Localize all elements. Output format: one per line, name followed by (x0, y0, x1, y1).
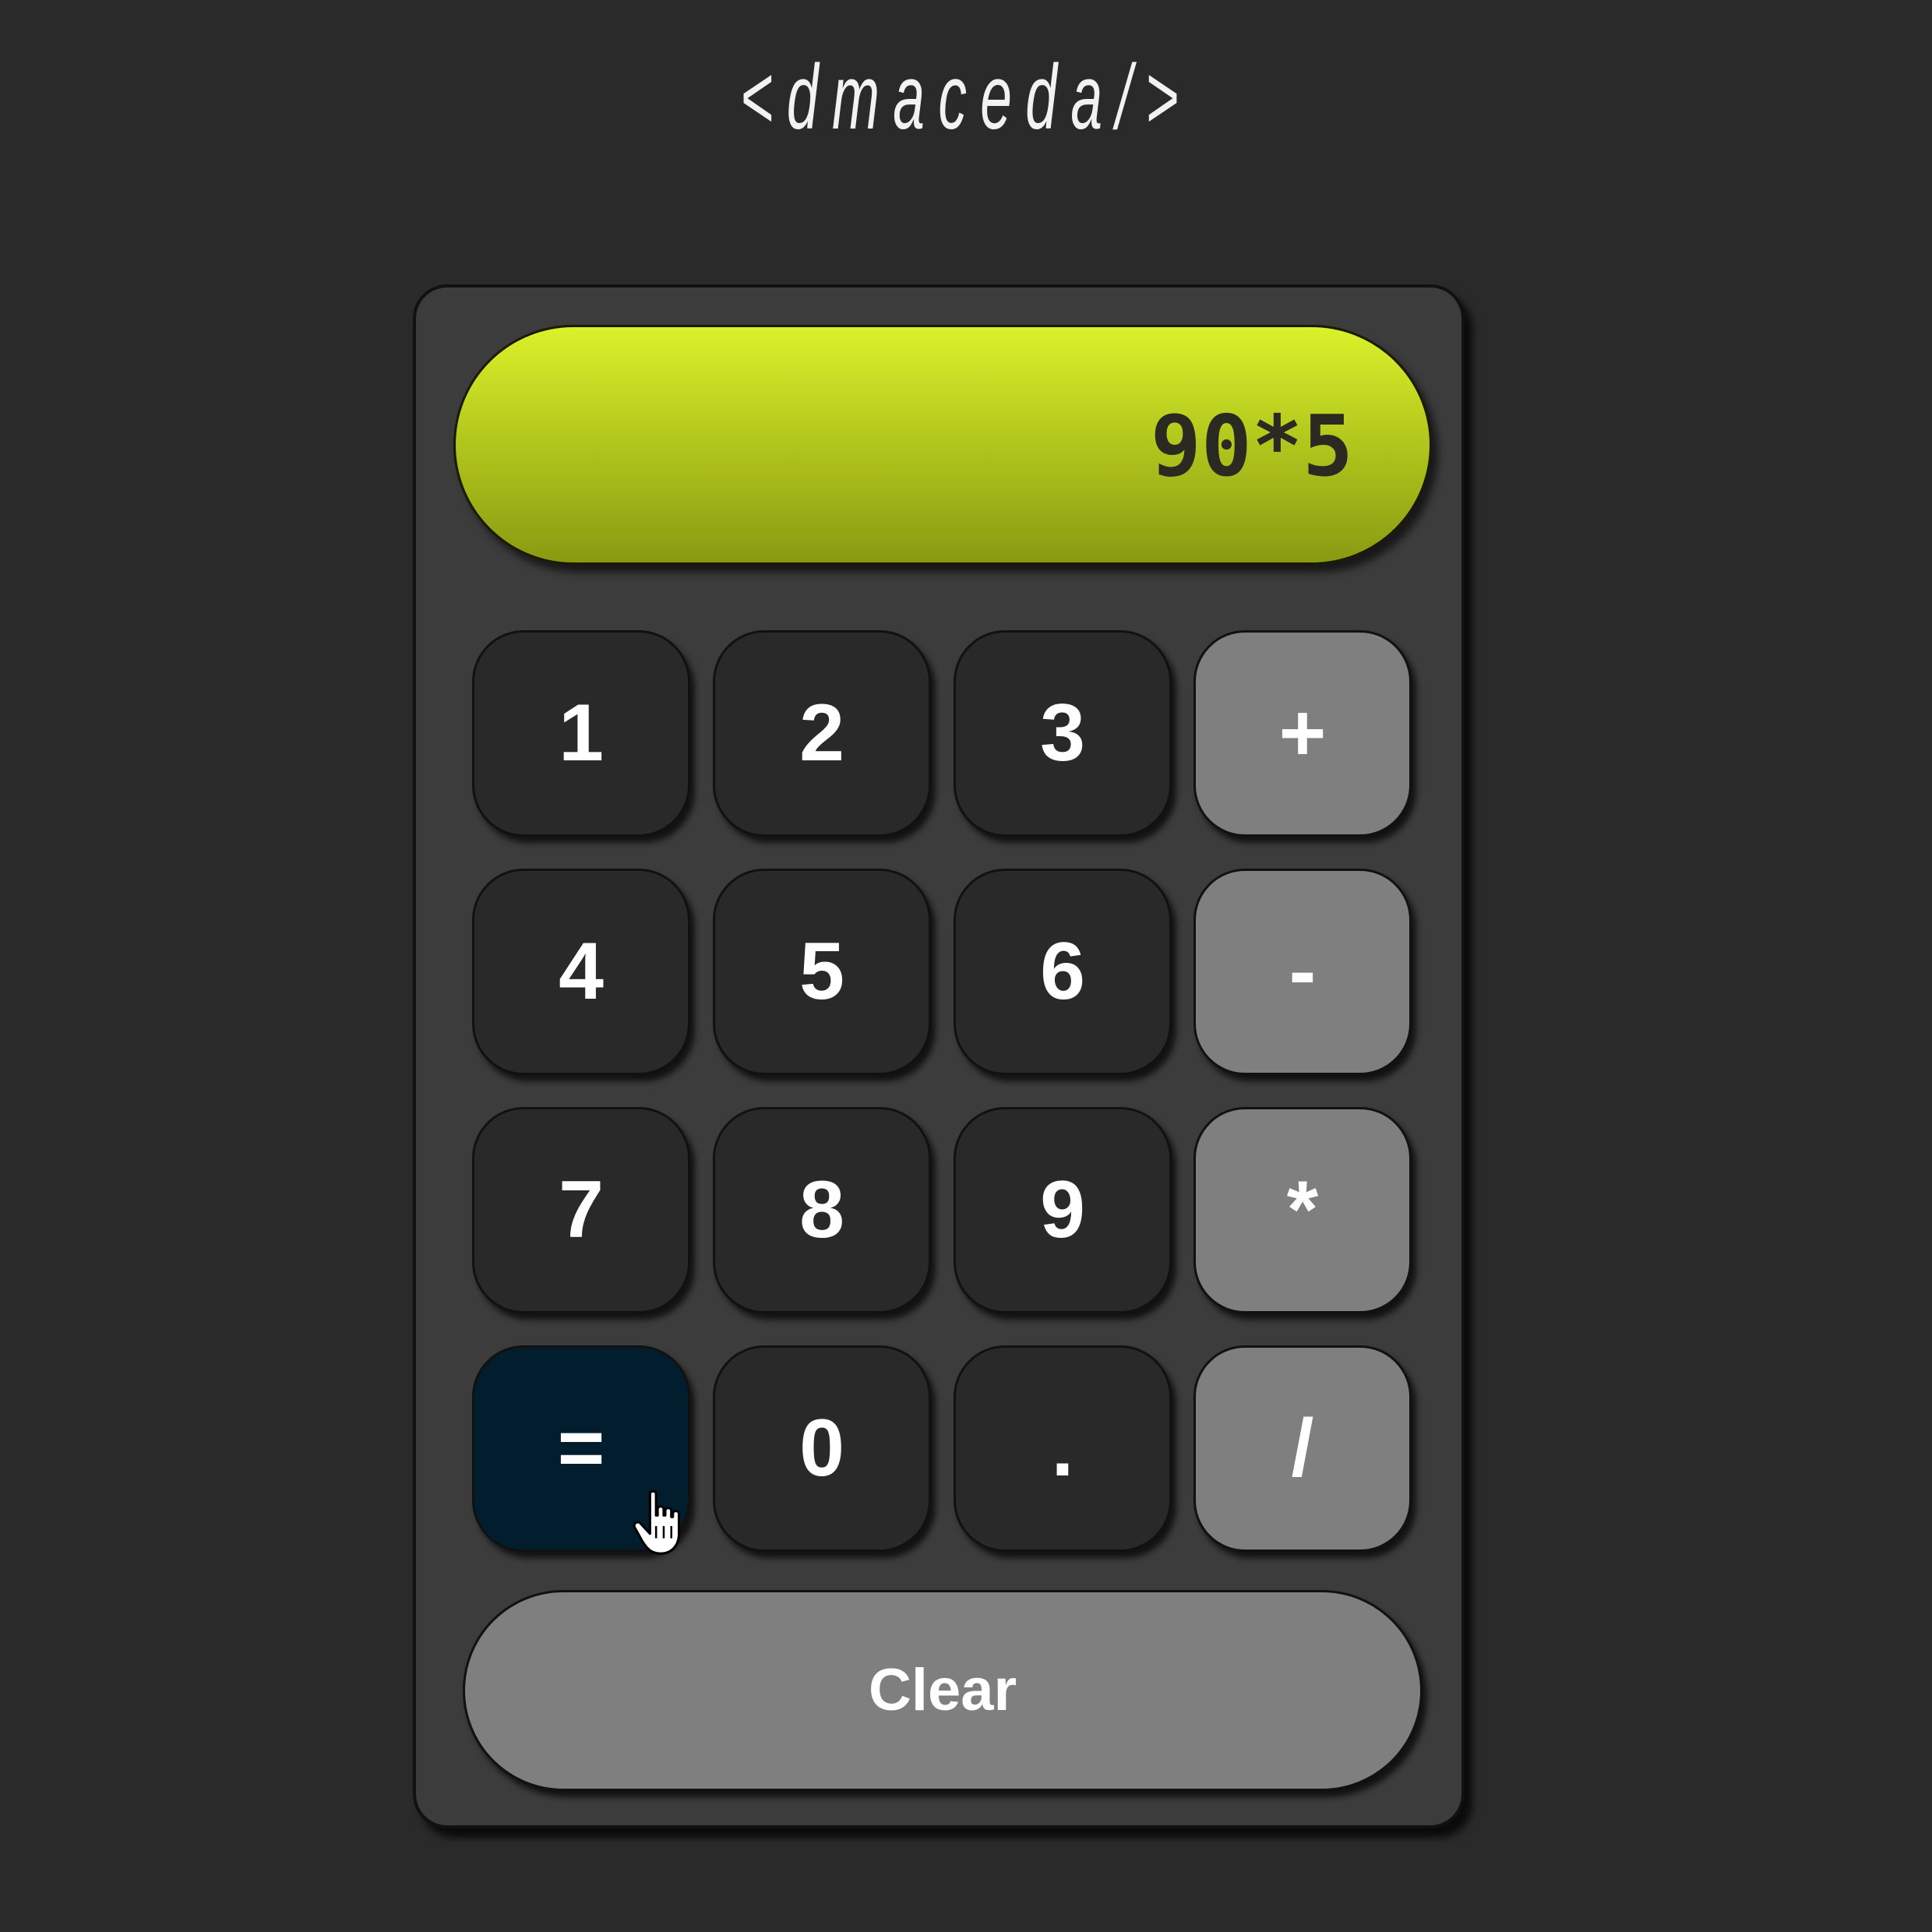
brand-logo: <dmaceda/> (739, 46, 1193, 149)
key-5[interactable]: 5 (713, 869, 931, 1075)
hand-pointer-icon (633, 1490, 681, 1555)
calculator-display: 90*5 (453, 325, 1432, 565)
key-divide[interactable]: / (1193, 1345, 1412, 1552)
key-4[interactable]: 4 (472, 869, 690, 1075)
clear-button[interactable]: Clear (463, 1590, 1423, 1791)
key-9[interactable]: 9 (954, 1107, 1172, 1313)
key-0[interactable]: 0 (713, 1345, 931, 1552)
display-value: 90*5 (1150, 398, 1353, 495)
key-1[interactable]: 1 (472, 630, 690, 837)
key-minus[interactable]: - (1193, 869, 1412, 1075)
key-multiply[interactable]: * (1193, 1107, 1412, 1313)
key-3[interactable]: 3 (954, 630, 1172, 837)
key-8[interactable]: 8 (713, 1107, 931, 1313)
key-plus[interactable]: + (1193, 630, 1412, 837)
calculator: 90*5 1 2 3 + 4 5 6 - 7 8 9 * = 0 . / Cle… (413, 284, 1465, 1828)
key-6[interactable]: 6 (954, 869, 1172, 1075)
key-2[interactable]: 2 (713, 630, 931, 837)
key-7[interactable]: 7 (472, 1107, 690, 1313)
key-dot[interactable]: . (954, 1345, 1172, 1552)
